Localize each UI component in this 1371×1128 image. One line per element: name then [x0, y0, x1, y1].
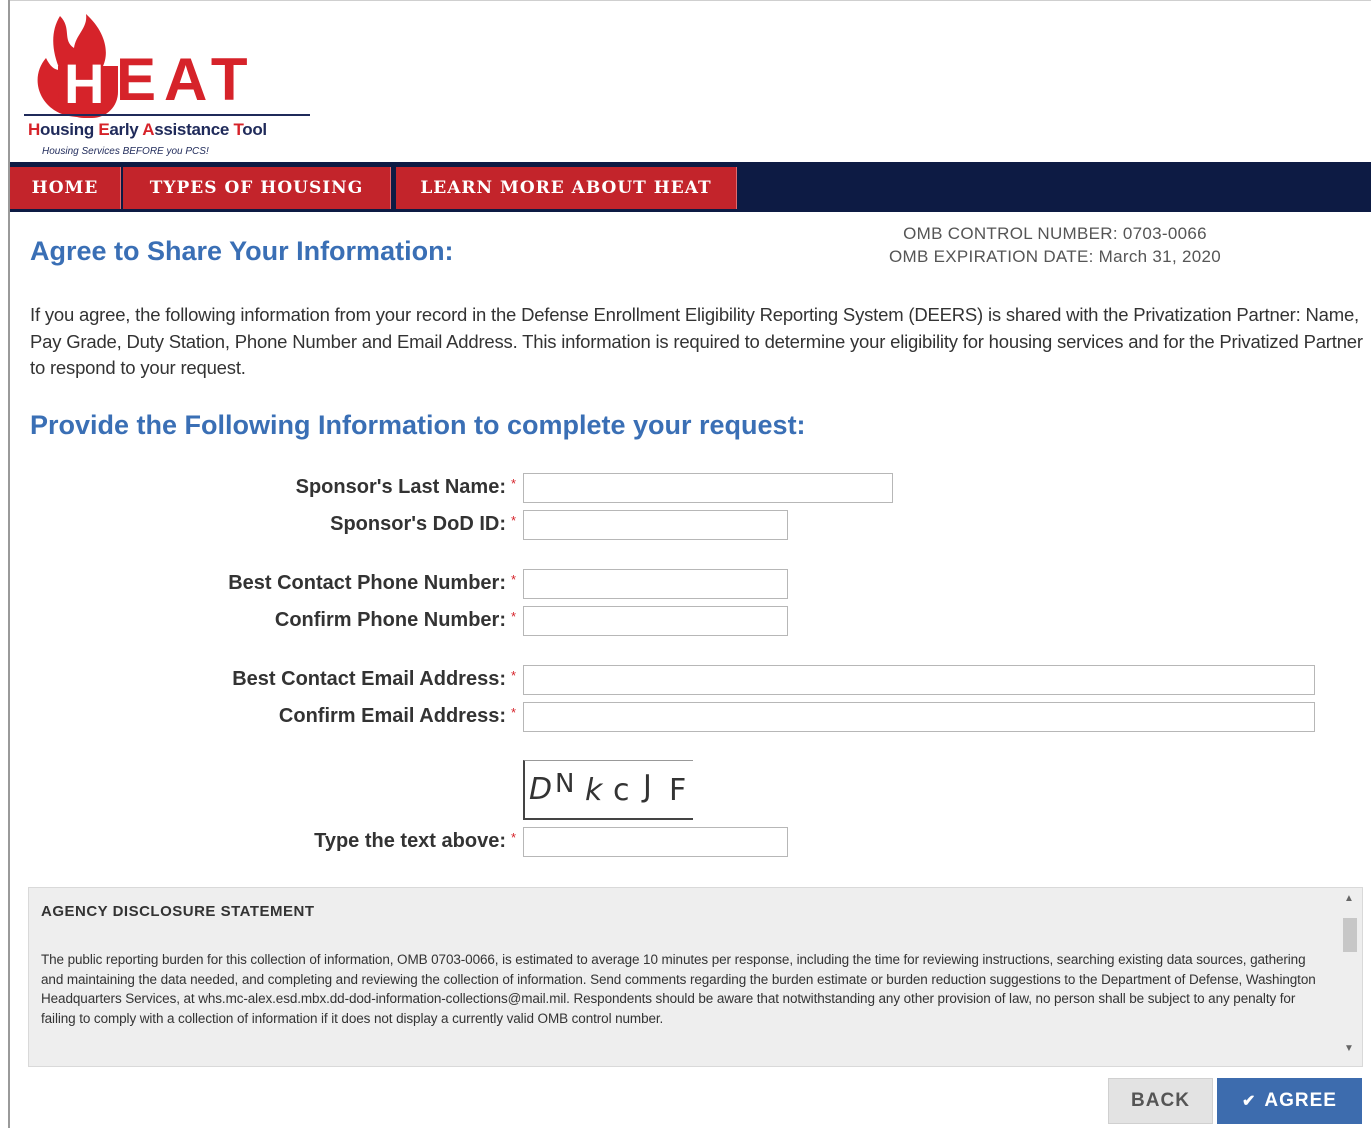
logo-tagline: Housing Early Assistance Tool — [28, 120, 267, 140]
captcha-input[interactable] — [523, 827, 788, 857]
scroll-down-arrow-icon[interactable]: ▼ — [1336, 1043, 1362, 1061]
disclosure-title: AGENCY DISCLOSURE STATEMENT — [41, 903, 315, 920]
required-marker: * — [511, 572, 517, 587]
logo-tagline-part: ousing — [39, 120, 99, 139]
required-marker: * — [511, 609, 517, 624]
logo-rule — [24, 114, 310, 116]
logo-tagline-part: T — [233, 120, 243, 139]
heat-logo[interactable]: H EAT Housing Early Assistance Tool Hous… — [20, 10, 320, 160]
page-title: Agree to Share Your Information: — [30, 236, 454, 266]
captcha-char: D — [529, 772, 553, 807]
captcha-char: c — [613, 773, 630, 808]
logo-tagline-part: H — [28, 120, 40, 139]
required-marker: * — [511, 513, 517, 528]
confirm-phone-label: Confirm Phone Number: — [274, 609, 506, 631]
email-label: Best Contact Email Address: — [232, 668, 506, 690]
captcha-char: k — [585, 773, 603, 808]
omb-info: OMB CONTROL NUMBER: 0703-0066 OMB EXPIRA… — [840, 222, 1270, 268]
checkmark-icon: ✔ — [1242, 1093, 1257, 1110]
intro-text: If you agree, the following information … — [30, 304, 1363, 378]
form-title: Provide the Following Information to com… — [30, 410, 806, 440]
logo-subtagline: Housing Services BEFORE you PCS! — [42, 146, 209, 157]
captcha-image: D N k c J F — [523, 760, 693, 820]
dod-id-label: Sponsor's DoD ID: — [330, 513, 506, 535]
logo-tagline-part: ssistance — [154, 120, 234, 139]
disclosure-panel[interactable]: AGENCY DISCLOSURE STATEMENT The public r… — [28, 887, 1363, 1067]
required-marker: * — [511, 705, 517, 720]
captcha-char: J — [643, 769, 652, 804]
confirm-email-input[interactable] — [523, 702, 1315, 732]
agree-button[interactable]: ✔ AGREE — [1217, 1078, 1362, 1124]
logo-tagline-part: E — [98, 120, 110, 139]
logo-wordmark: EAT — [116, 46, 256, 113]
confirm-email-label: Confirm Email Address: — [278, 705, 506, 727]
back-button[interactable]: BACK — [1108, 1078, 1213, 1124]
last-name-label: Sponsor's Last Name: — [295, 476, 506, 498]
confirm-phone-input[interactable] — [523, 606, 788, 636]
agree-button-label: AGREE — [1264, 1090, 1337, 1111]
captcha-char: N — [555, 769, 575, 799]
email-input[interactable] — [523, 665, 1315, 695]
dod-id-input[interactable] — [523, 510, 788, 540]
required-marker: * — [511, 830, 517, 845]
required-marker: * — [511, 668, 517, 683]
disclosure-body: The public reporting burden for this col… — [41, 952, 1316, 1026]
nav-types-of-housing[interactable]: TYPES OF HOUSING — [123, 167, 391, 209]
nav-home[interactable]: HOME — [10, 167, 121, 209]
omb-expiration-date: OMB EXPIRATION DATE: March 31, 2020 — [888, 247, 1222, 266]
scroll-thumb[interactable] — [1343, 918, 1357, 952]
page-frame-top — [8, 0, 1371, 1]
logo-initial: H — [64, 52, 105, 115]
last-name-input[interactable] — [523, 473, 893, 503]
captcha-label: Type the text above: — [314, 830, 506, 852]
scroll-up-arrow-icon[interactable]: ▲ — [1336, 893, 1362, 911]
phone-label: Best Contact Phone Number: — [228, 572, 506, 594]
logo-tagline-part: A — [142, 120, 155, 139]
required-marker: * — [511, 476, 517, 491]
main-nav: HOME TYPES OF HOUSING LEARN MORE ABOUT H… — [10, 162, 1371, 212]
phone-input[interactable] — [523, 569, 788, 599]
disclosure-scrollbar[interactable]: ▲ ▼ — [1336, 888, 1362, 1066]
nav-learn-more[interactable]: LEARN MORE ABOUT HEAT — [396, 167, 737, 209]
omb-control-number: OMB CONTROL NUMBER: 0703-0066 — [903, 224, 1207, 243]
captcha-char: F — [669, 773, 687, 808]
logo-tagline-part: arly — [109, 120, 143, 139]
logo-tagline-part: ool — [242, 120, 267, 139]
